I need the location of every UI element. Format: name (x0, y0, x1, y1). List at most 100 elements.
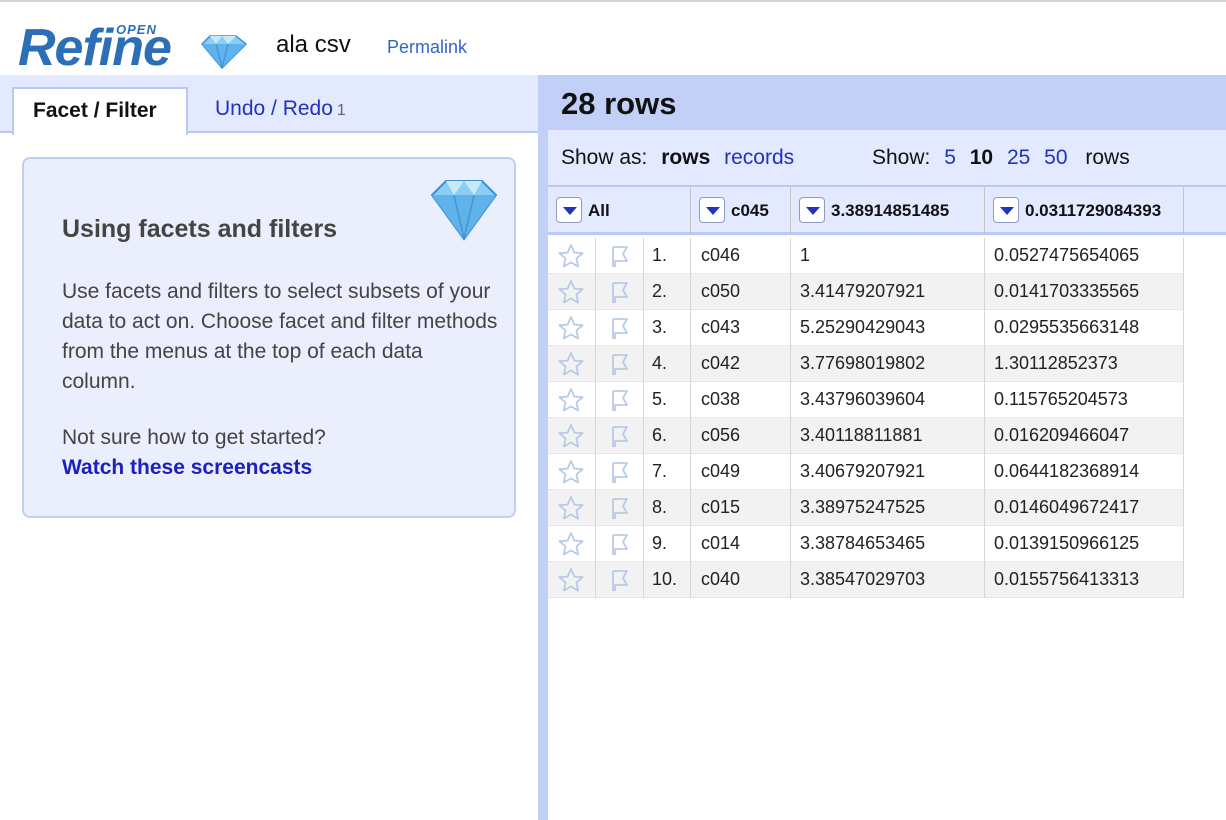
page-size-25[interactable]: 25 (1007, 146, 1030, 169)
table-row: 3. c043 5.25290429043 0.0295535663148 (548, 310, 1184, 346)
row-index: 8. (644, 490, 691, 526)
help-title: Using facets and filters (62, 215, 338, 243)
column-label: c045 (731, 201, 769, 220)
cell-value[interactable]: 5.25290429043 (791, 310, 985, 346)
page-size-10[interactable]: 10 (970, 146, 993, 169)
star-toggle[interactable] (548, 382, 596, 418)
chevron-down-icon[interactable] (699, 196, 725, 223)
chevron-down-icon[interactable] (993, 196, 1019, 223)
flag-toggle[interactable] (596, 238, 644, 274)
star-toggle[interactable] (548, 490, 596, 526)
chevron-down-icon[interactable] (799, 196, 825, 223)
star-toggle[interactable] (548, 418, 596, 454)
project-name[interactable]: ala csv (276, 31, 351, 59)
column-header-value-2[interactable]: 0.0311729084393 (985, 187, 1184, 235)
flag-toggle[interactable] (596, 418, 644, 454)
cell-value-2[interactable]: 0.0141703335565 (985, 274, 1184, 310)
cell-c045[interactable]: c050 (691, 274, 791, 310)
cell-value-2[interactable]: 0.0527475654065 (985, 238, 1184, 274)
page-size-50[interactable]: 50 (1044, 146, 1067, 169)
cell-value-2[interactable]: 0.0146049672417 (985, 490, 1184, 526)
row-index: 9. (644, 526, 691, 562)
page-size-5[interactable]: 5 (944, 146, 956, 169)
show-label: Show: (872, 146, 931, 169)
cell-c045[interactable]: c043 (691, 310, 791, 346)
cell-value-2[interactable]: 0.0139150966125 (985, 526, 1184, 562)
star-toggle[interactable] (548, 562, 596, 598)
cell-value-2[interactable]: 1.30112852373 (985, 346, 1184, 382)
facet-help-box: Using facets and filters Use facets and … (22, 157, 516, 518)
flag-toggle[interactable] (596, 562, 644, 598)
star-toggle[interactable] (548, 238, 596, 274)
cell-c045[interactable]: c042 (691, 346, 791, 382)
column-label: All (588, 201, 610, 220)
cell-c045[interactable]: c049 (691, 454, 791, 490)
screencasts-link[interactable]: Watch these screencasts (62, 453, 312, 483)
star-toggle[interactable] (548, 526, 596, 562)
tab-facet-filter[interactable]: Facet / Filter (12, 87, 188, 135)
table-row: 1. c046 1 0.0527475654065 (548, 238, 1184, 274)
cell-value[interactable]: 3.40679207921 (791, 454, 985, 490)
star-toggle[interactable] (548, 346, 596, 382)
diamond-icon (430, 180, 498, 241)
flag-toggle[interactable] (596, 274, 644, 310)
flag-toggle[interactable] (596, 526, 644, 562)
flag-toggle[interactable] (596, 382, 644, 418)
table-row: 4. c042 3.77698019802 1.30112852373 (548, 346, 1184, 382)
star-toggle[interactable] (548, 310, 596, 346)
diamond-icon (200, 35, 248, 70)
openrefine-logo[interactable]: Refine OPEN (18, 20, 258, 80)
flag-toggle[interactable] (596, 454, 644, 490)
column-header-all[interactable]: All (548, 187, 691, 235)
row-index: 10. (644, 562, 691, 598)
cell-value[interactable]: 1 (791, 238, 985, 274)
panel-divider[interactable] (538, 75, 548, 820)
cell-c045[interactable]: c038 (691, 382, 791, 418)
cell-value[interactable]: 3.43796039604 (791, 382, 985, 418)
cell-c045[interactable]: c040 (691, 562, 791, 598)
flag-toggle[interactable] (596, 490, 644, 526)
cell-value-2[interactable]: 0.0295535663148 (985, 310, 1184, 346)
table-body: 1. c046 1 0.0527475654065 2. c050 3.4147920792… (548, 238, 1184, 598)
permalink-link[interactable]: Permalink (387, 37, 467, 58)
row-index: 5. (644, 382, 691, 418)
cell-value[interactable]: 3.38784653465 (791, 526, 985, 562)
row-index: 2. (644, 274, 691, 310)
cell-value-2[interactable]: 0.115765204573 (985, 382, 1184, 418)
left-panel: Facet / Filter Undo / Redo 1 Using facets… (0, 75, 538, 820)
cell-c045[interactable]: c014 (691, 526, 791, 562)
star-toggle[interactable] (548, 454, 596, 490)
cell-value-2[interactable]: 0.0644182368914 (985, 454, 1184, 490)
cell-value[interactable]: 3.77698019802 (791, 346, 985, 382)
left-tabbar: Facet / Filter Undo / Redo 1 (0, 75, 538, 135)
table-header: All c045 3.38914851485 0.0311729084393 (548, 185, 1226, 235)
cell-value[interactable]: 3.38975247525 (791, 490, 985, 526)
cell-c045[interactable]: c046 (691, 238, 791, 274)
undo-count-badge: 1 (336, 102, 346, 119)
cell-value[interactable]: 3.38547029703 (791, 562, 985, 598)
cell-c045[interactable]: c056 (691, 418, 791, 454)
tab-undo-redo-label: Undo / Redo (215, 97, 333, 120)
column-header-c045[interactable]: c045 (691, 187, 791, 235)
chevron-down-icon[interactable] (556, 196, 582, 223)
cell-value[interactable]: 3.40118811881 (791, 418, 985, 454)
row-index: 7. (644, 454, 691, 490)
star-toggle[interactable] (548, 274, 596, 310)
column-header-value[interactable]: 3.38914851485 (791, 187, 985, 235)
flag-toggle[interactable] (596, 310, 644, 346)
cell-value[interactable]: 3.41479207921 (791, 274, 985, 310)
rows-mode-option[interactable]: rows (661, 146, 710, 169)
cell-value-2[interactable]: 0.0155756413313 (985, 562, 1184, 598)
table-row: 9. c014 3.38784653465 0.0139150966125 (548, 526, 1184, 562)
column-label: 0.0311729084393 (1025, 201, 1162, 220)
row-index: 3. (644, 310, 691, 346)
tab-undo-redo[interactable]: Undo / Redo 1 (196, 87, 365, 133)
help-question: Not sure how to get started? (62, 426, 326, 449)
cell-c045[interactable]: c015 (691, 490, 791, 526)
table-row: 8. c015 3.38975247525 0.0146049672417 (548, 490, 1184, 526)
table-row: 10. c040 3.38547029703 0.0155756413313 (548, 562, 1184, 598)
page-size-group: Show: 5 10 25 50 rows (872, 146, 1130, 170)
cell-value-2[interactable]: 0.016209466047 (985, 418, 1184, 454)
flag-toggle[interactable] (596, 346, 644, 382)
records-mode-option[interactable]: records (724, 146, 794, 169)
